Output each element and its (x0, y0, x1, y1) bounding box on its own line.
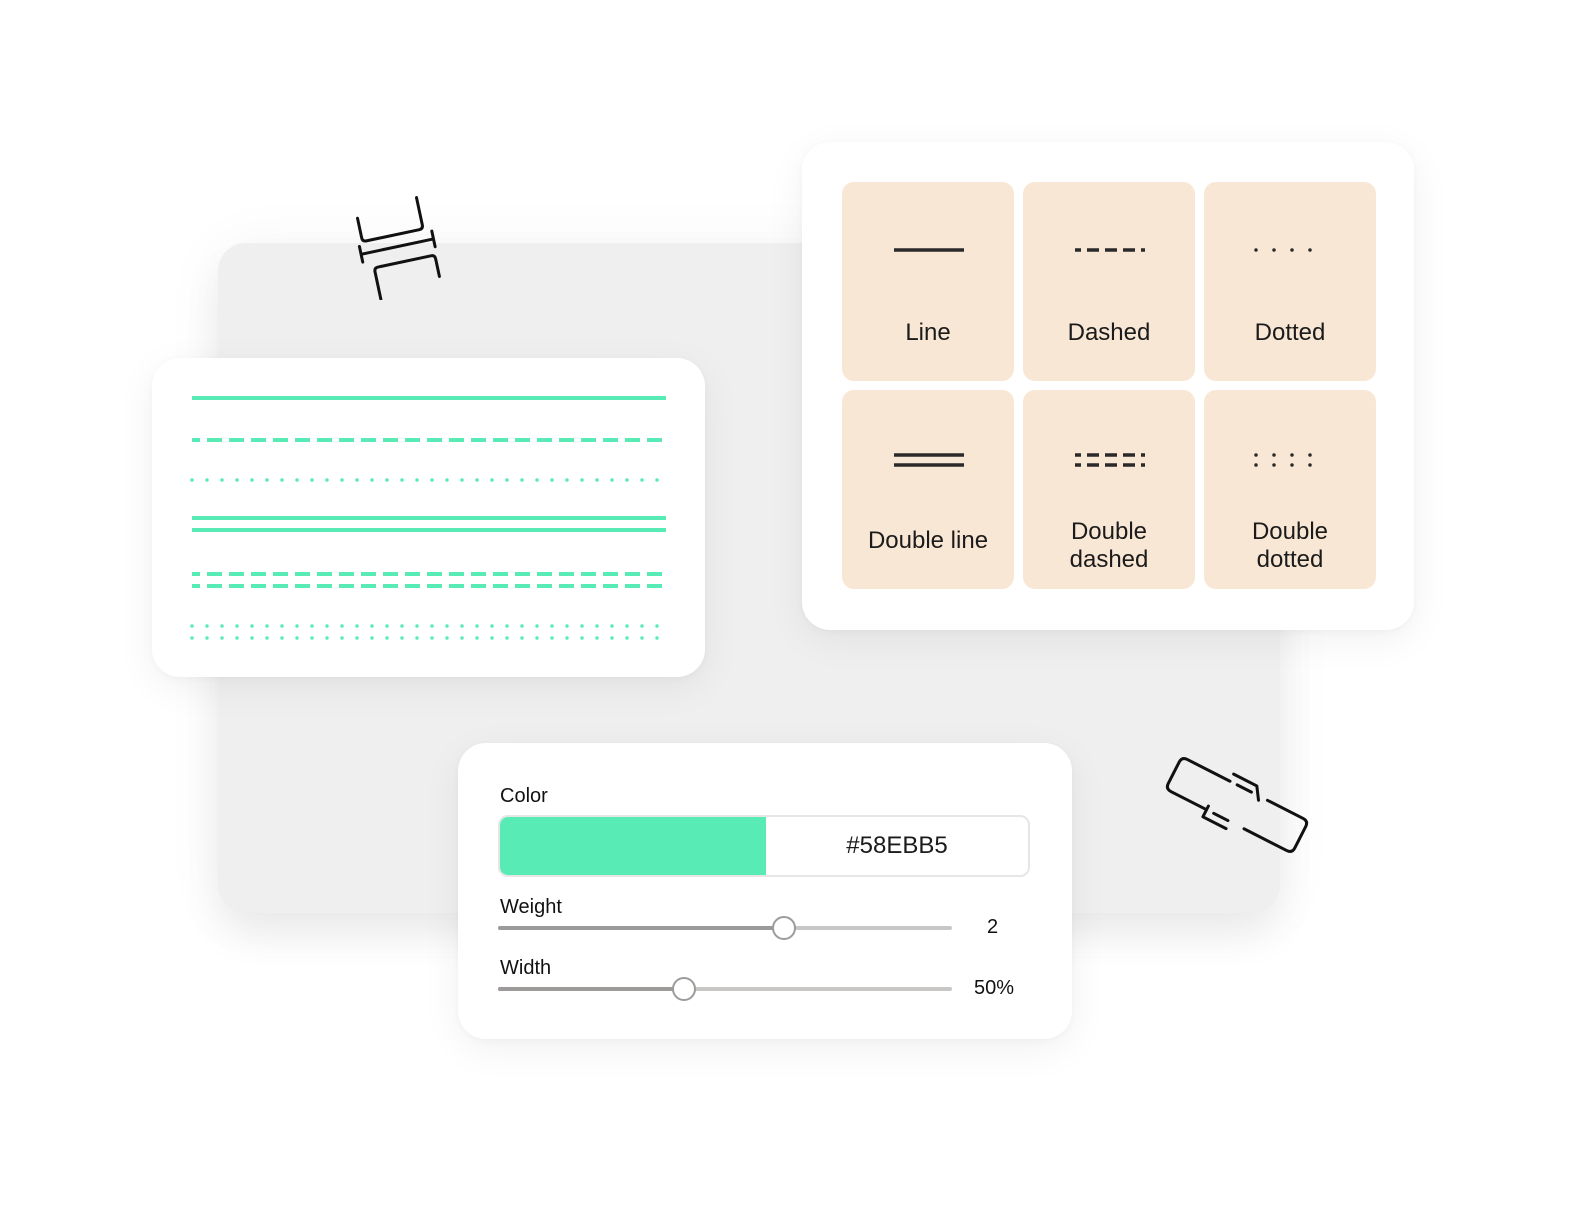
slider-thumb[interactable] (772, 916, 797, 940)
double-dotted-style-icon (1254, 453, 1326, 467)
weight-value: 2 (987, 916, 999, 938)
style-option-double-dotted[interactable]: Double dotted (1204, 390, 1376, 589)
style-label-line1: Double (1251, 518, 1329, 545)
line-style-icon (894, 248, 964, 252)
style-label: Double line (867, 527, 989, 554)
style-option-line[interactable]: Line (842, 182, 1014, 381)
slider-fill (498, 987, 685, 991)
width-value: 50% (974, 977, 1015, 999)
style-option-dotted[interactable]: Dotted (1204, 182, 1376, 381)
style-label: Double dotted (1204, 518, 1376, 574)
double-line-style-icon (894, 453, 964, 467)
color-label: Color (500, 785, 548, 807)
slider-thumb[interactable] (672, 977, 697, 1001)
style-option-double-dashed[interactable]: Double dashed (1023, 390, 1195, 589)
slider-fill (498, 926, 785, 930)
color-hex-input[interactable]: #58EBB5 (766, 817, 1028, 875)
line-settings-panel: Color #58EBB5 Weight 2 Width 50% (458, 743, 1072, 1039)
style-label: Dashed (1067, 319, 1151, 346)
dashed-style-icon (1075, 248, 1145, 252)
break-link-icon (1165, 757, 1309, 853)
weight-slider[interactable] (498, 913, 952, 943)
style-label: Double dashed (1023, 518, 1195, 574)
style-label-line1: Double (1070, 518, 1148, 545)
width-slider[interactable] (498, 974, 952, 1004)
line-style-picker: Line Dashed Dotted Double line Double da… (802, 142, 1414, 630)
double-dashed-style-icon (1075, 453, 1145, 467)
line-preview (190, 396, 668, 640)
style-label: Line (905, 319, 951, 346)
style-label-line2: dashed (1069, 546, 1149, 573)
color-picker-field[interactable]: #58EBB5 (498, 815, 1030, 877)
style-label-line2: dotted (1256, 546, 1324, 573)
color-swatch[interactable] (500, 817, 766, 875)
line-preview-card (152, 358, 705, 677)
style-option-double-line[interactable]: Double line (842, 390, 1014, 589)
split-horizontal-icon (356, 196, 441, 300)
style-label: Dotted (1254, 319, 1326, 346)
style-option-dashed[interactable]: Dashed (1023, 182, 1195, 381)
dotted-style-icon (1254, 248, 1326, 252)
